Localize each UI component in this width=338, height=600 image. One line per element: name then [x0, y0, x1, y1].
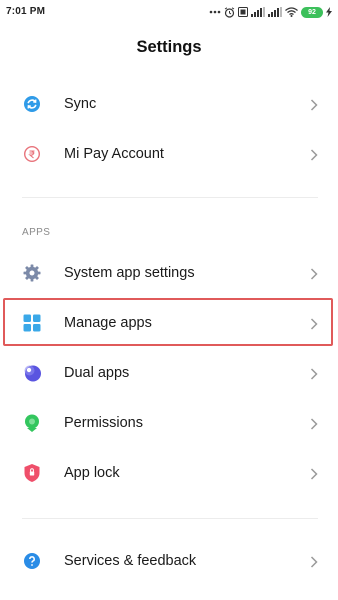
chevron-right-icon: [310, 98, 318, 111]
charging-icon: [326, 7, 332, 17]
chevron-right-icon: [310, 367, 318, 380]
settings-item-label: Mi Pay Account: [64, 146, 164, 162]
status-bar: 7:01 PM 92: [0, 0, 338, 24]
hd-icon: [238, 7, 248, 17]
battery-level: 92: [308, 8, 316, 16]
notification-dots-icon: [209, 9, 221, 15]
chevron-right-icon: [310, 148, 318, 161]
chevron-right-icon: [310, 317, 318, 330]
settings-item-system-app-settings[interactable]: System app settings: [0, 249, 338, 297]
settings-item-label: Manage apps: [64, 315, 152, 331]
page-title: Settings: [136, 38, 202, 56]
settings-item-label: App lock: [64, 465, 120, 481]
settings-item-label: Services & feedback: [64, 553, 197, 569]
battery-indicator: 92: [301, 6, 323, 18]
grid-icon: [22, 313, 42, 333]
wifi-icon: [285, 7, 298, 17]
status-icons: 92: [209, 4, 332, 20]
chevron-right-icon: [310, 467, 318, 480]
signal-icon-2: [268, 7, 282, 17]
alarm-icon: [224, 6, 235, 18]
settings-item-label: Permissions: [64, 415, 143, 431]
chevron-right-icon: [310, 417, 318, 430]
settings-item-permissions[interactable]: Permissions: [0, 399, 338, 447]
settings-item-sync[interactable]: Sync: [0, 80, 338, 128]
help-icon: [22, 551, 42, 571]
settings-item-mi-pay-account[interactable]: Mi Pay Account: [0, 130, 338, 178]
mi-pay-icon: [22, 144, 42, 164]
chevron-right-icon: [310, 267, 318, 280]
gear-icon: [22, 263, 42, 283]
settings-item-manage-apps[interactable]: Manage apps: [0, 299, 338, 347]
section-header-apps: APPS: [22, 227, 51, 238]
settings-item-label: Sync: [64, 96, 97, 112]
signal-icon-1: [251, 7, 265, 17]
sync-icon: [22, 94, 42, 114]
settings-item-app-lock[interactable]: App lock: [0, 449, 338, 497]
settings-item-label: System app settings: [64, 265, 195, 281]
status-time: 7:01 PM: [6, 6, 46, 17]
settings-item-services-feedback[interactable]: Services & feedback: [0, 537, 338, 585]
lock-shield-icon: [22, 463, 42, 483]
dual-apps-icon: [22, 363, 42, 383]
permissions-icon: [22, 413, 42, 433]
section-divider: [22, 518, 318, 519]
chevron-right-icon: [310, 555, 318, 568]
settings-item-dual-apps[interactable]: Dual apps: [0, 349, 338, 397]
section-divider: [22, 197, 318, 198]
settings-item-label: Dual apps: [64, 365, 130, 381]
